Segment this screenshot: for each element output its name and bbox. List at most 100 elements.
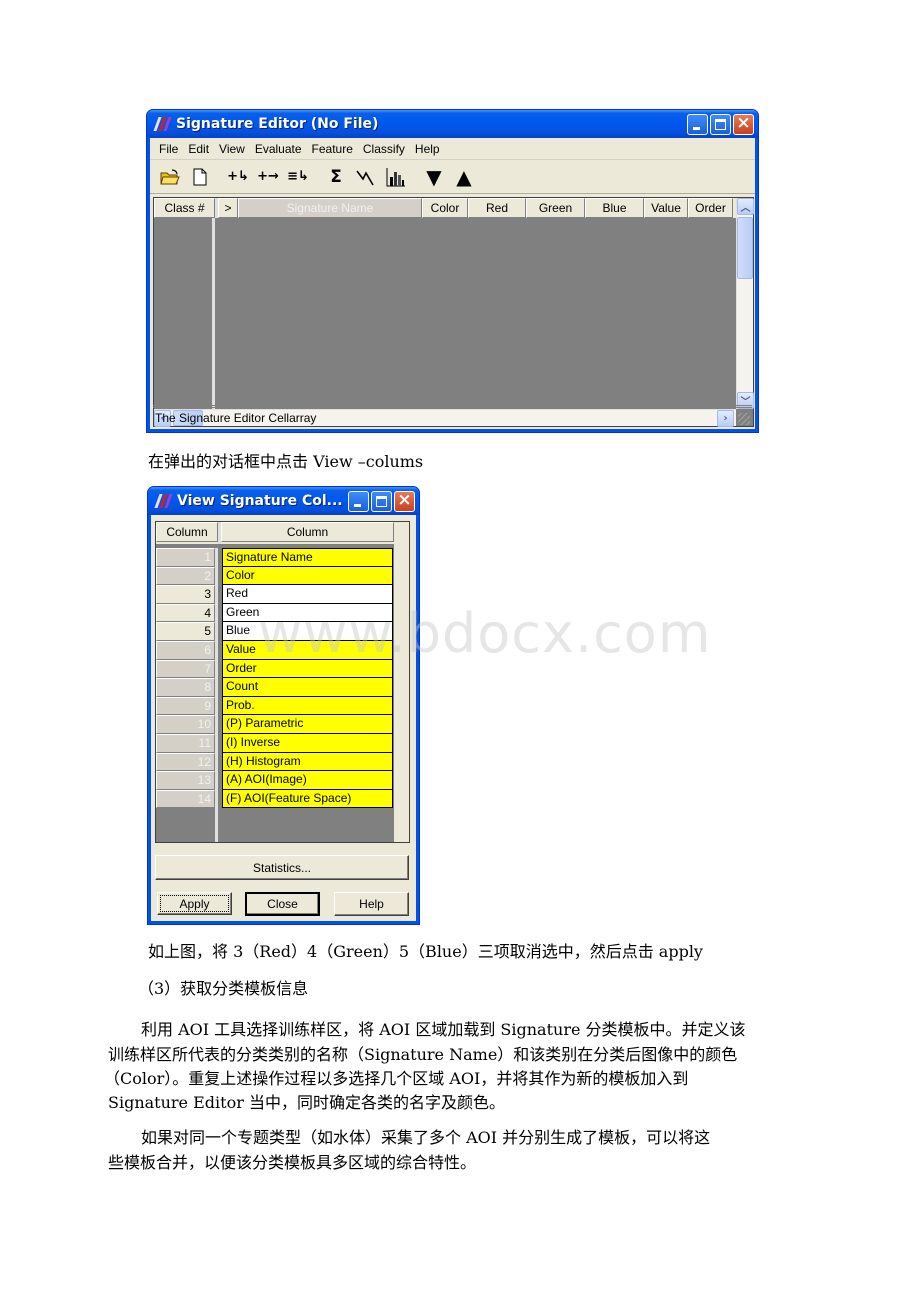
maximize-button[interactable] (371, 490, 392, 512)
menu-file[interactable]: File (154, 142, 183, 156)
histogram-button[interactable] (384, 165, 408, 189)
resize-grip-icon[interactable] (738, 413, 750, 425)
row-number[interactable]: 9 (156, 696, 215, 716)
title-bar[interactable]: Signature Editor (No File) × (147, 110, 758, 138)
window-body: File Edit View Evaluate Feature Classify… (150, 138, 755, 429)
column-list-item[interactable]: (P) Parametric (222, 715, 393, 734)
row-number[interactable]: 11 (156, 733, 215, 753)
column-list-item[interactable]: Value (222, 640, 393, 660)
paragraph-1-line-1: 利用 AOI 工具选择训练样区，将 AOI 区域加载到 Signature 分类… (141, 1020, 746, 1039)
window-title: View Signature Col... (177, 493, 343, 509)
col-blue[interactable]: Blue (585, 198, 644, 218)
col-green[interactable]: Green (526, 198, 585, 218)
move-up-icon: ▲ (456, 164, 472, 189)
new-file-icon (193, 168, 207, 185)
columns-header: Column Column (156, 522, 409, 544)
close-dialog-button[interactable]: Close (245, 892, 320, 916)
menu-feature[interactable]: Feature (307, 142, 358, 156)
replace-signature-button[interactable]: +→ (256, 165, 280, 189)
column-list-item[interactable]: Green (222, 603, 393, 623)
scroll-up-button[interactable]: ︿ (737, 198, 754, 215)
close-button[interactable]: × (733, 113, 754, 135)
help-button[interactable]: Help (334, 892, 409, 916)
maximize-button[interactable] (710, 113, 731, 135)
column-list-item[interactable]: (H) Histogram (222, 752, 393, 772)
open-folder-icon (160, 168, 180, 184)
column-list-item[interactable]: Prob. (222, 696, 393, 716)
move-down-button[interactable]: ▼ (422, 165, 446, 189)
column-list-item[interactable]: Red (222, 585, 393, 604)
col-header-name[interactable]: Column (221, 522, 394, 542)
move-down-icon: ▼ (426, 164, 442, 189)
paragraph-1-line-4: Signature Editor 当中，同时确定各类的名字及颜色。 (108, 1093, 505, 1112)
open-button[interactable] (158, 165, 182, 189)
col-color[interactable]: Color (422, 198, 468, 218)
row-number[interactable]: 1 (156, 548, 215, 567)
row-number[interactable]: 14 (156, 789, 215, 809)
row-number[interactable]: 5 (156, 622, 215, 641)
menu-view[interactable]: View (214, 142, 250, 156)
paragraph-1-line-2: 训练样区所代表的分类类别的名称（Signature Name）和该类别在分类后图… (108, 1045, 738, 1064)
row-header-area (154, 218, 215, 409)
col-class-number[interactable]: Class # (154, 198, 215, 218)
merge-signatures-icon: ≡↳ (287, 169, 309, 184)
col-value[interactable]: Value (644, 198, 688, 218)
row-number[interactable]: 7 (156, 659, 215, 679)
window-body: Column Column 1 2 3 4 5 6 7 8 9 10 11 12 13 14 Signat… (151, 515, 416, 921)
column-list-item[interactable]: Order (222, 659, 393, 679)
minimize-button[interactable] (687, 113, 708, 135)
histogram-icon (386, 167, 405, 186)
add-signature-icon: +↳ (227, 169, 249, 184)
row-number[interactable]: 4 (156, 603, 215, 623)
maximize-icon (715, 118, 726, 130)
row-number[interactable]: 3 (156, 585, 215, 604)
column-list-item[interactable]: Count (222, 678, 393, 697)
vertical-scroll-thumb[interactable] (737, 217, 753, 279)
col-red[interactable]: Red (468, 198, 526, 218)
signature-cellarray[interactable]: Class # > Signature Name Color Red Green… (153, 197, 754, 427)
row-number[interactable]: 8 (156, 678, 215, 697)
col-row-selector[interactable]: > (218, 198, 238, 218)
add-signature-button[interactable]: +↳ (226, 165, 250, 189)
column-list: Signature Name Color Red Green Blue Value Orde… (222, 548, 393, 809)
maximize-icon (376, 495, 387, 507)
col-header-number[interactable]: Column (156, 522, 218, 542)
column-list-item[interactable]: (F) AOI(Feature Space) (222, 789, 393, 809)
app-logo-icon (154, 492, 173, 510)
column-list-item[interactable]: Color (222, 566, 393, 586)
vertical-scrollbar[interactable]: ︿ ﹀ (736, 198, 754, 409)
column-list-item[interactable]: Blue (222, 622, 393, 641)
column-list-item[interactable]: (I) Inverse (222, 733, 393, 753)
paragraph-2-line-2: 些模板合并，以便该分类模板具多区域的综合特性。 (108, 1153, 477, 1172)
column-list-item[interactable]: Signature Name (222, 548, 393, 567)
mean-plot-button[interactable] (354, 165, 378, 189)
col-order[interactable]: Order (688, 198, 733, 218)
statistics-button[interactable]: Statistics... (155, 855, 409, 880)
col-signature-name[interactable]: Signature Name (238, 198, 422, 218)
close-button[interactable]: × (394, 490, 415, 512)
row-number[interactable]: 12 (156, 752, 215, 772)
column-list-item[interactable]: (A) AOI(Image) (222, 771, 393, 790)
paragraph-2-line-1: 如果对同一个专题类型（如水体）采集了多个 AOI 并分别生成了模板，可以将这 (141, 1128, 711, 1147)
right-strip (394, 544, 409, 842)
row-number[interactable]: 2 (156, 566, 215, 586)
statistics-button[interactable]: Σ (324, 165, 348, 189)
merge-signatures-button[interactable]: ≡↳ (286, 165, 310, 189)
paragraph-1-line-3: （Color）。重复上述操作过程以多选择几个区域 AOI，并将其作为新的模板加入… (104, 1069, 689, 1088)
menu-classify[interactable]: Classify (358, 142, 410, 156)
minimize-button[interactable] (348, 490, 369, 512)
title-bar[interactable]: View Signature Col... × (148, 487, 419, 515)
menu-evaluate[interactable]: Evaluate (250, 142, 307, 156)
new-button[interactable] (188, 165, 212, 189)
row-number[interactable]: 10 (156, 715, 215, 734)
menu-help[interactable]: Help (410, 142, 445, 156)
columns-cellarray[interactable]: Column Column 1 2 3 4 5 6 7 8 9 10 11 12 13 14 Signat… (155, 521, 410, 843)
menu-edit[interactable]: Edit (183, 142, 214, 156)
apply-button[interactable]: Apply (157, 892, 232, 915)
move-up-button[interactable]: ▲ (452, 165, 476, 189)
row-number[interactable]: 6 (156, 640, 215, 660)
menu-bar: File Edit View Evaluate Feature Classify… (150, 138, 755, 160)
row-number[interactable]: 13 (156, 771, 215, 790)
app-logo-icon (153, 115, 172, 133)
signature-editor-window: Signature Editor (No File) × File Edit V… (146, 109, 759, 433)
